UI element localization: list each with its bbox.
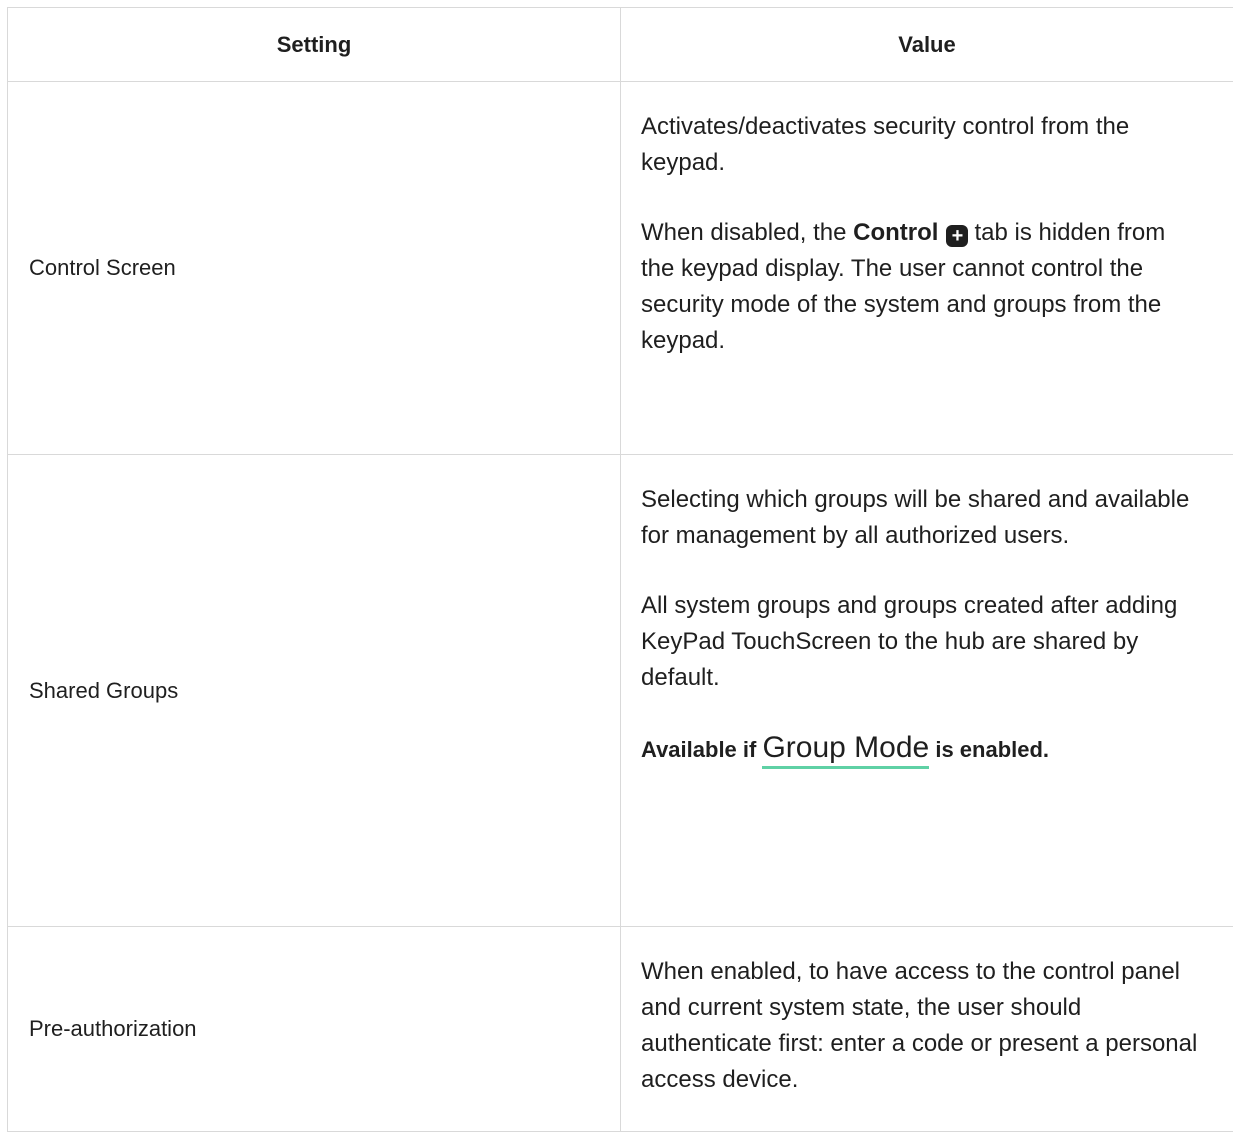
setting-column-header: Setting [8, 8, 621, 82]
setting-description-control-screen: Activates/deactivates security control f… [621, 82, 1233, 455]
description-paragraph: When enabled, to have access to the cont… [641, 954, 1203, 1098]
table-header-row: Setting Value [8, 8, 1233, 82]
setting-name-control-screen: Control Screen [8, 82, 621, 455]
control-tab-name: Control [853, 219, 938, 246]
setting-description-shared-groups: Selecting which groups will be shared an… [621, 455, 1233, 927]
table-row: Control Screen Activates/deactivates sec… [8, 82, 1233, 455]
table-row: Shared Groups Selecting which groups wil… [8, 455, 1233, 927]
setting-name-shared-groups: Shared Groups [8, 455, 621, 927]
availability-note-text: Available if [641, 737, 762, 762]
description-paragraph: Selecting which groups will be shared an… [641, 482, 1203, 554]
description-paragraph: All system groups and groups created aft… [641, 588, 1203, 696]
description-text: When disabled, the [641, 219, 853, 246]
description-paragraph: When disabled, the Control+tab is hidden… [641, 215, 1203, 359]
setting-name-pre-authorization: Pre-authorization [8, 927, 621, 1132]
settings-table: Setting Value Control Screen Activates/d… [7, 7, 1233, 1132]
plus-icon: + [946, 225, 968, 247]
value-column-header: Value [621, 8, 1233, 82]
group-mode-link[interactable]: Group Mode [762, 731, 929, 769]
availability-note-text: is enabled. [929, 737, 1049, 762]
setting-description-pre-authorization: When enabled, to have access to the cont… [621, 927, 1233, 1132]
table-row: Pre-authorization When enabled, to have … [8, 927, 1233, 1132]
availability-note: Available if Group Mode is enabled. [641, 730, 1203, 768]
description-paragraph: Activates/deactivates security control f… [641, 109, 1203, 181]
